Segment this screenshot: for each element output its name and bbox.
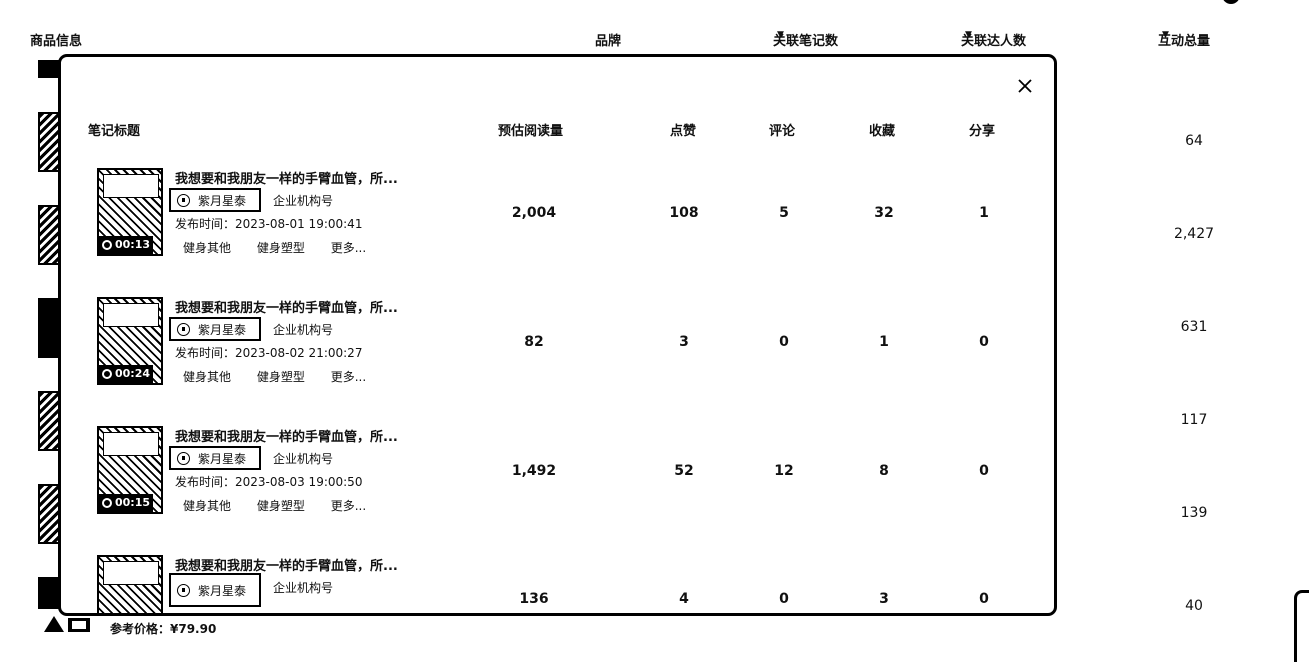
note-cover[interactable]: 00:15 [97, 426, 163, 514]
col-estimated-reads: 预估阅读量 [498, 124, 564, 139]
col-likes: 点赞 [670, 124, 697, 139]
note-cover[interactable] [97, 555, 163, 613]
note-title[interactable]: 我想要和我朋友一样的手臂血管，所... [175, 555, 398, 574]
favorites: 32 [874, 205, 894, 221]
author-avatar-icon [177, 583, 190, 597]
play-icon [102, 240, 112, 250]
account-type: 企业机构号 [273, 323, 334, 337]
play-icon [102, 369, 112, 379]
col-comments: 评论 [769, 124, 796, 139]
likes: 3 [679, 334, 689, 350]
publish-time: 发布时间：2023-08-01 19:00:41 [175, 217, 363, 231]
note-tags: 健身其他 健身塑型 更多... [183, 497, 388, 514]
shares: 0 [979, 334, 989, 350]
account-type: 企业机构号 [273, 194, 334, 208]
user-avatar[interactable] [1222, 0, 1240, 4]
estimated-reads: 2,004 [511, 205, 557, 221]
col-shares: 分享 [969, 124, 996, 139]
tag[interactable]: 健身塑型 [257, 370, 305, 384]
estimated-reads: 82 [524, 334, 544, 350]
tag[interactable]: 健身其他 [183, 241, 231, 255]
interaction-total-value: 64 [1185, 133, 1203, 149]
publish-time: 发布时间：2023-08-03 19:00:50 [175, 475, 363, 489]
account-type: 企业机构号 [273, 581, 334, 595]
related-notes-modal: 笔记标题 预估阅读量 点赞 评论 收藏 分享 00:13 我想要和我朋友一样的手… [58, 54, 1057, 616]
play-icon [102, 498, 112, 508]
table-row[interactable]: 00:13 我想要和我朋友一样的手臂血管，所... 紫月星泰 企业机构号 发布时… [61, 168, 1054, 268]
favorites: 8 [879, 463, 889, 479]
col-favorites: 收藏 [869, 124, 896, 139]
close-icon [1018, 79, 1032, 93]
likes: 4 [679, 591, 689, 607]
cover-caption [103, 561, 159, 585]
note-title[interactable]: 我想要和我朋友一样的手臂血管，所... [175, 426, 398, 445]
caret-down-icon: ▼ [1162, 30, 1169, 40]
note-cover[interactable]: 00:24 [97, 297, 163, 385]
author-avatar-icon [177, 451, 190, 465]
close-button[interactable] [1014, 75, 1036, 97]
likes: 108 [669, 205, 699, 221]
interaction-total-value: 2,427 [1173, 226, 1215, 242]
page: 商品信息 品牌 关联笔记数 ▼ 关联达人数 ▼ 互动总量 ▼ 64 2,427 631… [0, 0, 1309, 662]
publish-time: 发布时间：2023-08-02 21:00:27 [175, 346, 363, 360]
tag[interactable]: 健身其他 [183, 370, 231, 384]
tag[interactable]: 健身其他 [183, 499, 231, 513]
author-badge[interactable]: 紫月星泰 [169, 573, 261, 607]
comments: 0 [779, 591, 789, 607]
author-badge[interactable]: 紫月星泰 [169, 317, 261, 341]
product-table-header: 商品信息 品牌 关联笔记数 ▼ 关联达人数 ▼ 互动总量 ▼ [30, 30, 1211, 49]
favorites: 1 [879, 334, 889, 350]
estimated-reads: 1,492 [511, 463, 557, 479]
author-badge[interactable]: 紫月星泰 [169, 446, 261, 470]
estimated-reads: 136 [519, 591, 549, 607]
more-tags[interactable]: 更多... [331, 499, 366, 513]
interaction-total-value: 117 [1180, 412, 1208, 428]
likes: 52 [674, 463, 694, 479]
author-avatar-icon [177, 322, 190, 336]
note-title[interactable]: 我想要和我朋友一样的手臂血管，所... [175, 297, 398, 316]
shares: 0 [979, 463, 989, 479]
side-feedback-tab[interactable] [1294, 590, 1309, 662]
more-tags[interactable]: 更多... [331, 370, 366, 384]
col-note-title: 笔记标题 [88, 124, 141, 139]
cover-caption [103, 432, 159, 456]
note-tags: 健身其他 健身塑型 更多... [183, 239, 388, 256]
tag[interactable]: 健身塑型 [257, 241, 305, 255]
shares: 1 [979, 205, 989, 221]
caret-down-icon: ▼ [965, 30, 972, 40]
more-tags[interactable]: 更多... [331, 241, 366, 255]
caret-down-icon: ▼ [777, 30, 784, 40]
author-name: 紫月星泰 [198, 583, 247, 598]
table-row[interactable]: 00:24 我想要和我朋友一样的手臂血管，所... 紫月星泰 企业机构号 发布时… [61, 297, 1054, 397]
comments: 5 [779, 205, 789, 221]
account-type: 企业机构号 [273, 452, 334, 466]
interaction-total-value: 631 [1180, 319, 1208, 335]
comments: 0 [779, 334, 789, 350]
author-name: 紫月星泰 [198, 322, 247, 337]
video-duration: 00:24 [99, 365, 154, 383]
video-duration: 00:13 [99, 236, 154, 254]
video-duration: 00:15 [99, 494, 154, 512]
cover-caption [103, 303, 159, 327]
author-badge[interactable]: 紫月星泰 [169, 188, 261, 212]
tag[interactable]: 健身塑型 [257, 499, 305, 513]
shares: 0 [979, 591, 989, 607]
table-row[interactable]: 00:15 我想要和我朋友一样的手臂血管，所... 紫月星泰 企业机构号 发布时… [61, 426, 1054, 526]
author-name: 紫月星泰 [198, 193, 247, 208]
interaction-total-value: 139 [1180, 505, 1208, 521]
author-avatar-icon [177, 193, 190, 207]
reference-price: 参考价格：¥79.90 [110, 622, 217, 636]
favorites: 3 [879, 591, 889, 607]
interaction-total-value: 40 [1185, 598, 1203, 614]
note-title[interactable]: 我想要和我朋友一样的手臂血管，所... [175, 168, 398, 187]
note-cover[interactable]: 00:13 [97, 168, 163, 256]
comments: 12 [774, 463, 794, 479]
cover-caption [103, 174, 159, 198]
table-row[interactable]: 我想要和我朋友一样的手臂血管，所... 紫月星泰 企业机构号 136 4 0 3… [61, 555, 1054, 613]
author-name: 紫月星泰 [198, 451, 247, 466]
note-tags: 健身其他 健身塑型 更多... [183, 368, 388, 385]
